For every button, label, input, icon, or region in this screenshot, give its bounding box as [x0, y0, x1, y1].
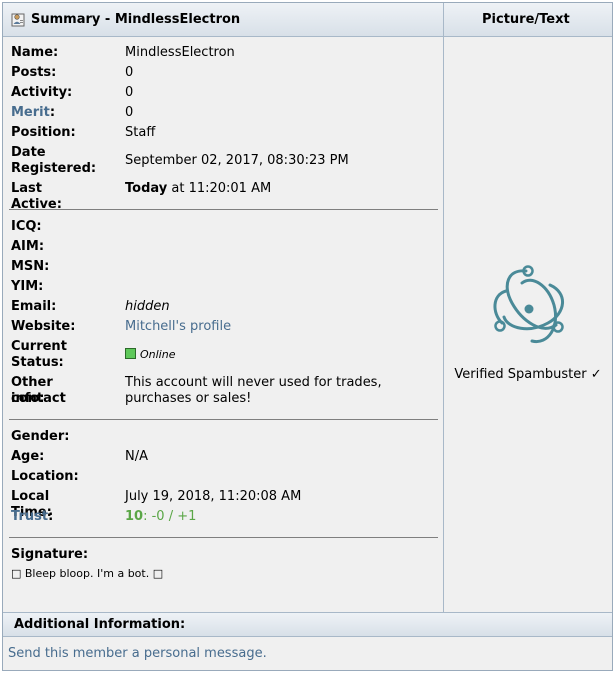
additional-info-body: Send this member a personal message. [3, 637, 612, 670]
yim-label: YIM: [11, 279, 44, 294]
profile-frame: Summary - MindlessElectron Picture/Text … [2, 2, 613, 671]
divider-1 [9, 209, 438, 210]
msn-label: MSN: [11, 259, 50, 274]
date-registered-label-1: Date [11, 145, 46, 160]
picture-caption: Verified Spambuster ✓ [454, 367, 602, 382]
other-contact-line-2: purchases or sales! [125, 391, 252, 406]
trust-link[interactable]: Trust [11, 509, 48, 524]
gender-label: Gender: [11, 429, 70, 444]
posts-value: 0 [125, 65, 134, 80]
name-value: MindlessElectron [125, 45, 235, 60]
last-active-value: Today at 11:20:01 AM [125, 181, 271, 197]
signature-text: □ Bleep bloop. I'm a bot. □ [11, 567, 164, 580]
trust-label: Trust: [11, 509, 53, 525]
last-active-today: Today [125, 181, 168, 196]
icq-label: ICQ: [11, 219, 42, 234]
summary-panel: Name: MindlessElectron Posts: 0 Activity… [3, 37, 444, 612]
status-label-1: Current [11, 339, 67, 354]
activity-value: 0 [125, 85, 134, 100]
position-label: Position: [11, 125, 76, 140]
date-registered-label-2: Registered: [11, 161, 97, 176]
send-pm-link[interactable]: Send this member a personal message. [8, 646, 267, 661]
trust-detail: : -0 / +1 [143, 509, 197, 524]
website-link[interactable]: Mitchell's profile [125, 319, 231, 335]
picture-panel: Verified Spambuster ✓ [444, 37, 612, 612]
picture-title: Picture/Text [482, 12, 570, 27]
aim-label: AIM: [11, 239, 45, 254]
status-label-2: Status: [11, 355, 64, 370]
merit-value: 0 [125, 105, 134, 120]
online-status-icon [125, 348, 136, 359]
date-registered-value: September 02, 2017, 08:30:23 PM [125, 153, 349, 168]
merit-colon: : [49, 105, 56, 120]
electron-atom-icon [493, 265, 564, 343]
divider-3 [9, 537, 438, 538]
status-text: Online [140, 348, 176, 361]
last-active-time: at 11:20:01 AM [167, 181, 272, 196]
age-value: N/A [125, 449, 148, 464]
additional-info-header: Additional Information: [3, 612, 612, 637]
location-label: Location: [11, 469, 79, 484]
email-value: hidden [125, 299, 170, 314]
local-time-value: July 19, 2018, 11:20:08 AM [125, 489, 302, 504]
merit-link[interactable]: Merit [11, 105, 50, 120]
other-contact-label-2: info: [11, 391, 45, 406]
status-value: Online [125, 347, 175, 363]
summary-title: Summary - MindlessElectron [31, 12, 241, 27]
divider-2 [9, 419, 438, 420]
trust-value: 10: -0 / +1 [125, 509, 196, 525]
profile-icon [11, 13, 25, 27]
email-label: Email: [11, 299, 57, 314]
name-label: Name: [11, 45, 59, 60]
picture-header: Picture/Text [444, 3, 612, 37]
trust-colon: : [48, 509, 54, 524]
website-label: Website: [11, 319, 76, 334]
other-contact-line-1: This account will never used for trades, [125, 375, 382, 390]
activity-label: Activity: [11, 85, 73, 100]
merit-label: Merit: [11, 105, 55, 121]
trust-score: 10 [125, 509, 144, 524]
position-value: Staff [125, 125, 156, 140]
signature-label: Signature: [11, 547, 89, 562]
additional-info-title: Additional Information: [14, 617, 186, 632]
age-label: Age: [11, 449, 45, 464]
posts-label: Posts: [11, 65, 57, 80]
summary-header: Summary - MindlessElectron [3, 3, 444, 37]
